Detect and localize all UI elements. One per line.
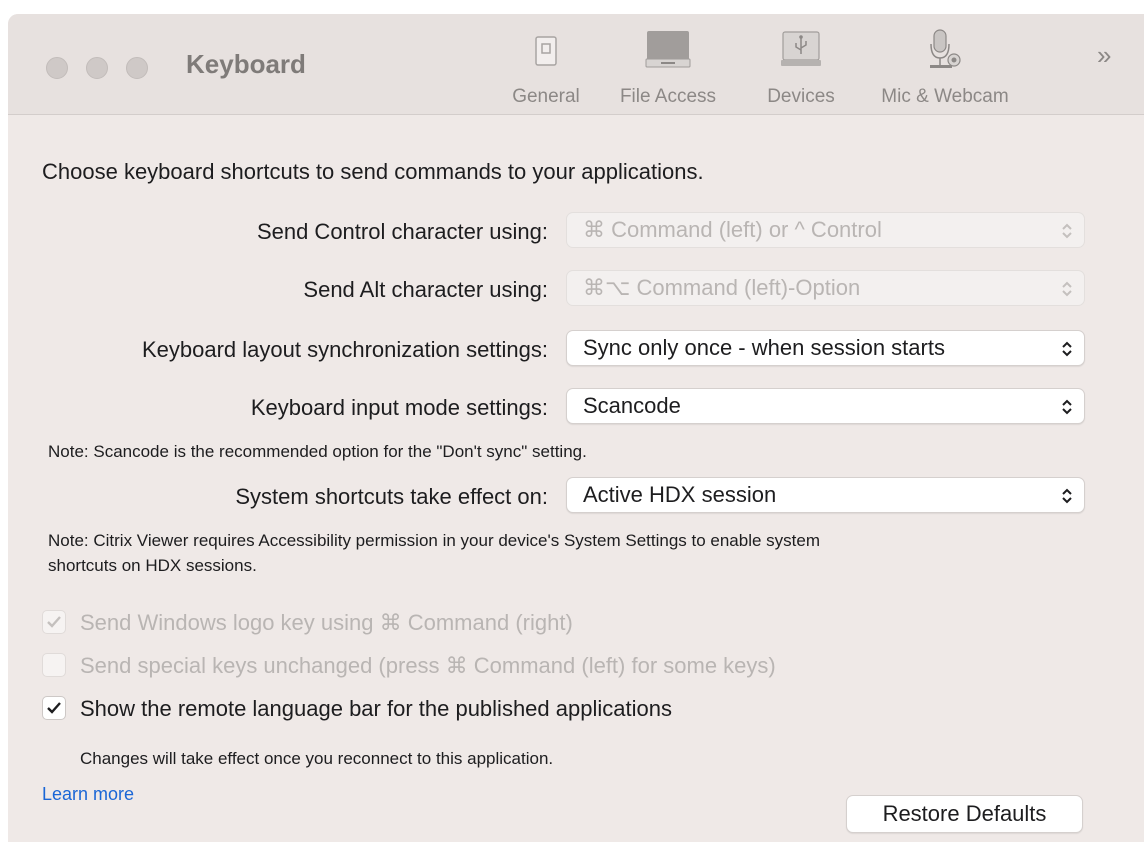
popup-value: Scancode	[583, 393, 681, 418]
toolbar-item-label: File Access	[619, 86, 717, 107]
intro-text: Choose keyboard shortcuts to send comman…	[42, 159, 704, 184]
reconnect-note: Changes will take effect once you reconn…	[80, 749, 554, 768]
window-title: Keyboard	[186, 49, 306, 79]
keyboard-settings-pane: Choose keyboard shortcuts to send comman…	[8, 115, 1144, 842]
microphone-icon	[930, 29, 961, 68]
accessibility-note-line: Note: Citrix Viewer requires Accessibili…	[48, 531, 821, 550]
close-window-button[interactable]	[46, 57, 68, 79]
toolbar-item-label: Devices	[767, 86, 835, 107]
restore-defaults-button[interactable]: Restore Defaults	[846, 795, 1083, 833]
toolbar: Keyboard General File Access Devices Mic…	[8, 14, 1144, 115]
up-down-arrows-icon	[1062, 399, 1072, 415]
up-down-arrows-icon	[1062, 341, 1072, 357]
accessibility-note-line: shortcuts on HDX sessions.	[48, 556, 257, 575]
general-icon	[535, 36, 557, 66]
send-alt-label: Send Alt character using:	[303, 277, 548, 302]
language-bar-checkbox-row[interactable]: Show the remote language bar for the pub…	[42, 696, 672, 722]
up-down-arrows-icon	[1062, 223, 1072, 239]
zoom-window-button[interactable]	[126, 57, 148, 79]
windows-logo-key-checkbox-row[interactable]: Send Windows logo key using ⌘ Command (r…	[42, 610, 573, 636]
layout-sync-label: Keyboard layout synchronization settings…	[141, 337, 548, 362]
usb-icon	[781, 31, 821, 66]
checkbox-label: Send special keys unchanged (press ⌘ Com…	[80, 653, 776, 678]
popup-value: Sync only once - when session starts	[583, 335, 945, 360]
keyboard-preferences-window: Keyboard General File Access Devices Mic…	[8, 14, 1144, 842]
learn-more-link[interactable]: Learn more	[42, 784, 134, 805]
accessibility-note: Note: Citrix Viewer requires Accessibili…	[48, 528, 820, 578]
up-down-arrows-icon	[1062, 488, 1072, 504]
checkbox-label: Show the remote language bar for the pub…	[80, 696, 672, 721]
checkmark-icon	[47, 702, 61, 714]
send-control-label: Send Control character using:	[256, 219, 548, 244]
popup-value: ⌘ Command (left) or ^ Control	[583, 217, 882, 242]
toolbar-item-label: Mic & Webcam	[881, 86, 1009, 107]
checkmark-icon	[47, 616, 61, 628]
language-bar-checkbox[interactable]	[42, 696, 66, 721]
up-down-arrows-icon	[1062, 281, 1072, 297]
popup-value: Active HDX session	[583, 482, 777, 507]
layout-sync-popup[interactable]: Sync only once - when session starts	[566, 330, 1085, 366]
input-mode-popup[interactable]: Scancode	[566, 388, 1085, 424]
send-alt-popup[interactable]: ⌘⌥ Command (left)-Option	[566, 270, 1085, 306]
system-shortcuts-label: System shortcuts take effect on:	[235, 484, 548, 509]
special-keys-checkbox-row[interactable]: Send special keys unchanged (press ⌘ Com…	[42, 653, 776, 679]
toolbar-overflow-button[interactable]: »	[1097, 40, 1111, 71]
send-control-popup[interactable]: ⌘ Command (left) or ^ Control	[566, 212, 1085, 248]
minimize-window-button[interactable]	[86, 57, 108, 79]
toolbar-item-label: General	[512, 86, 580, 107]
popup-value: ⌘⌥ Command (left)-Option	[583, 275, 861, 300]
checkbox-label: Send Windows logo key using ⌘ Command (r…	[80, 610, 573, 635]
special-keys-checkbox[interactable]	[42, 653, 66, 678]
system-shortcuts-popup[interactable]: Active HDX session	[566, 477, 1085, 513]
windows-logo-key-checkbox[interactable]	[42, 610, 66, 635]
input-mode-label: Keyboard input mode settings:	[250, 395, 548, 420]
drive-icon	[645, 31, 691, 68]
scancode-note: Note: Scancode is the recommended option…	[48, 442, 587, 461]
